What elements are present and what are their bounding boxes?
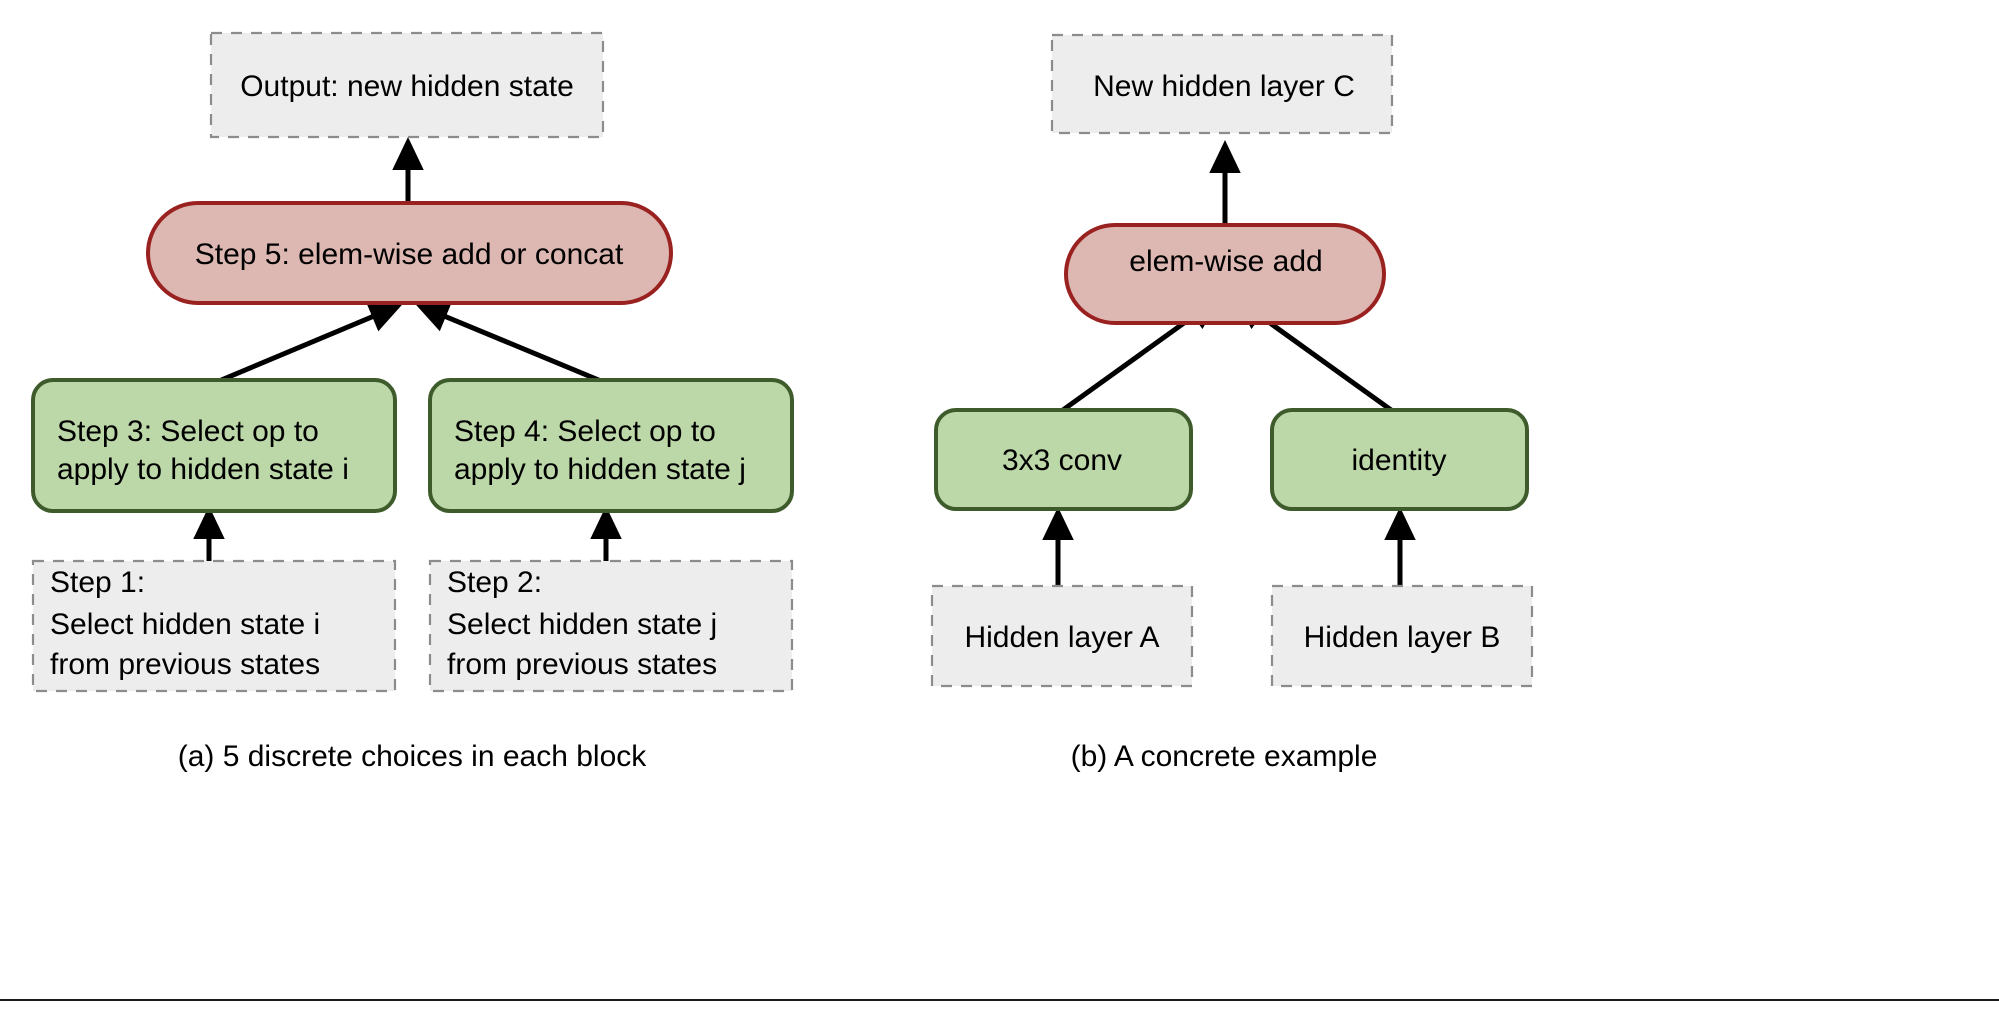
node-output-new-hidden-state: Output: new hidden state [209, 31, 605, 139]
node-new-hidden-layer-c: New hidden layer C [1050, 33, 1394, 135]
node-step5-label: Step 5: elem-wise add or concat [195, 238, 624, 271]
node-step1-label-line1: Step 1: [50, 566, 145, 599]
caption-panel-a: (a) 5 discrete choices in each block [178, 740, 648, 773]
node-hidden-layer-a: Hidden layer A [930, 584, 1194, 688]
node-3x3-conv: 3x3 conv [934, 408, 1193, 511]
node-step3-label-line2: apply to hidden state i [57, 453, 349, 486]
node-step4-label-line1: Step 4: Select op to [454, 415, 716, 448]
node-step3-label-line1: Step 3: Select op to [57, 415, 319, 448]
node-step1: Step 1: Select hidden state i from previ… [31, 559, 397, 693]
node-step4: Step 4: Select op to apply to hidden sta… [428, 378, 794, 513]
node-step4-label-line2: apply to hidden state j [454, 453, 746, 486]
node-step2-label-line2: Select hidden state j [447, 608, 717, 641]
node-step1-label-line3: from previous states [50, 648, 320, 681]
node-elem-wise-add: elem-wise add [1064, 223, 1386, 325]
node-output-label: Output: new hidden state [240, 70, 574, 103]
node-3x3-conv-label: 3x3 conv [1002, 444, 1122, 477]
node-step2-label-line1: Step 2: [447, 566, 542, 599]
architecture-diagram: Output: new hidden state Step 5: elem-wi… [0, 0, 1999, 1024]
node-step5: Step 5: elem-wise add or concat [146, 201, 673, 305]
node-step2-label-line3: from previous states [447, 648, 717, 681]
node-step1-label-line2: Select hidden state i [50, 608, 320, 641]
node-elem-wise-add-label: elem-wise add [1129, 245, 1322, 278]
node-step2: Step 2: Select hidden state j from previ… [428, 559, 794, 693]
node-identity-label: identity [1351, 444, 1446, 477]
node-step3: Step 3: Select op to apply to hidden sta… [31, 378, 397, 513]
node-new-hidden-layer-c-label: New hidden layer C [1093, 70, 1355, 103]
node-hidden-layer-a-label: Hidden layer A [964, 621, 1159, 654]
node-hidden-layer-b-label: Hidden layer B [1304, 621, 1501, 654]
node-identity: identity [1270, 408, 1529, 511]
caption-panel-b: (b) A concrete example [1071, 740, 1378, 773]
node-hidden-layer-b: Hidden layer B [1270, 584, 1534, 688]
